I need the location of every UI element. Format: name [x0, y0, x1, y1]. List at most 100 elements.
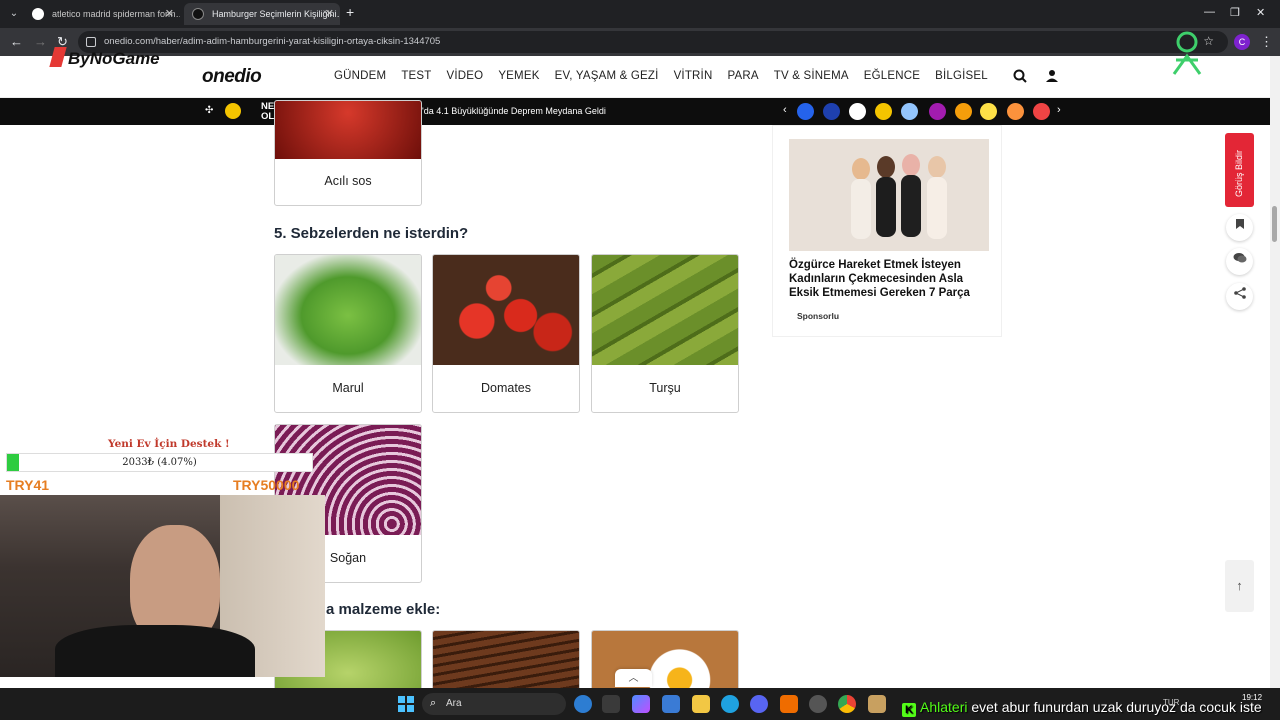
marul-image [275, 255, 421, 365]
back-icon[interactable]: ← [10, 34, 23, 49]
mouse-cursor [188, 322, 198, 334]
onedio-logo[interactable]: onedio [202, 66, 262, 88]
share-icon[interactable] [1226, 283, 1253, 310]
address-bar[interactable]: onedio.com/haber/adim-adim-hamburgerini-… [78, 31, 1228, 53]
bookmark-star-icon[interactable]: ☆ [1203, 34, 1214, 48]
nav-para[interactable]: PARA [727, 70, 758, 82]
donation-min: TRY41 [6, 477, 50, 493]
taskbar-app-icon[interactable] [574, 695, 592, 713]
option-card-domates[interactable]: Domates [432, 254, 580, 413]
nav-test[interactable]: TEST [401, 70, 431, 82]
sponsored-ad[interactable]: Özgürce Hareket Etmek İsteyen Kadınların… [772, 125, 1002, 337]
new-tab-button[interactable]: + [346, 4, 354, 20]
story-circle[interactable] [875, 103, 892, 120]
chrome-icon[interactable] [838, 695, 856, 713]
option-label: Marul [332, 381, 364, 395]
domates-image [433, 255, 579, 365]
close-window-icon[interactable]: ✕ [1256, 6, 1265, 19]
webcam-overlay [0, 495, 325, 677]
chat-message: evet abur funurdan uzak duruyoz da cocuk… [971, 699, 1262, 715]
nav-eglence[interactable]: EĞLENCE [864, 70, 920, 82]
taskbar-search-placeholder: Ara [446, 698, 462, 709]
browser-tab-bar: ⌄ atletico madrid spiderman form… ✕ Hamb… [0, 0, 1280, 28]
ad-image [789, 139, 989, 251]
nav-tv-sinema[interactable]: TV & SİNEMA [774, 70, 849, 82]
restore-icon[interactable]: ❐ [1230, 6, 1240, 19]
profile-avatar[interactable]: C [1234, 34, 1250, 50]
chevron-left-icon[interactable]: ‹ [783, 104, 787, 116]
story-circle[interactable] [901, 103, 918, 120]
acili-sos-image [275, 101, 421, 159]
option-label: Turşu [649, 381, 681, 395]
close-tab-icon[interactable]: ✕ [165, 3, 174, 25]
story-circle[interactable] [980, 103, 997, 120]
microphone-icon[interactable] [780, 695, 798, 713]
option-card-marul[interactable]: Marul [274, 254, 422, 413]
nav-ev-yasam-gezi[interactable]: EV, YAŞAM & GEZİ [555, 70, 659, 82]
arrow-up-icon: ↑ [1236, 578, 1243, 593]
story-circle[interactable] [1007, 103, 1024, 120]
collapse-button[interactable]: ︿ [615, 669, 652, 687]
ad-title[interactable]: Özgürce Hareket Etmek İsteyen Kadınların… [789, 258, 989, 300]
comments-icon[interactable] [1226, 248, 1253, 275]
site-header: onedio GÜNDEM TEST VİDEO YEMEK EV, YAŞAM… [0, 56, 1270, 98]
forward-icon[interactable]: → [34, 34, 47, 49]
browser-tab[interactable]: atletico madrid spiderman form… ✕ [24, 3, 180, 25]
news-badge-icon [225, 103, 241, 119]
story-circle[interactable] [929, 103, 946, 120]
menu-kebab-icon[interactable]: ⋮ [1260, 34, 1273, 50]
option-label: Acılı sos [324, 174, 372, 188]
donation-progress-bar: 2033₺ (4.07%) [6, 453, 313, 472]
tab-search-icon[interactable]: ⌄ [6, 6, 22, 22]
app-icon[interactable] [868, 695, 886, 713]
story-circle[interactable] [955, 103, 972, 120]
story-circle[interactable] [1033, 103, 1050, 120]
site-info-icon[interactable] [86, 37, 96, 47]
option-card-acili-sos[interactable]: Acılı sos [274, 100, 422, 206]
edge-icon[interactable] [721, 695, 739, 713]
bookmark-icon[interactable] [1226, 214, 1253, 241]
sponsored-label: Sponsorlu [797, 311, 840, 321]
nav-video[interactable]: VİDEO [447, 70, 484, 82]
onedio-favicon-icon [192, 8, 204, 20]
scroll-to-top-button[interactable]: ↑ [1225, 560, 1254, 612]
option-card-tursu[interactable]: Turşu [591, 254, 739, 413]
discord-icon[interactable] [750, 695, 768, 713]
feedback-button[interactable]: Görüş Bildir [1225, 133, 1254, 207]
story-circle[interactable] [797, 103, 814, 120]
taskbar-search[interactable]: ⌕ Ara [422, 693, 566, 715]
browser-tab-active[interactable]: Hamburger Seçimlerin Kişiliğini… ✕ [184, 3, 340, 25]
nav-vitrin[interactable]: VİTRİN [674, 70, 713, 82]
main-nav: GÜNDEM TEST VİDEO YEMEK EV, YAŞAM & GEZİ… [334, 70, 1003, 82]
chat-overlay: K Ahlateri evet abur funurdan uzak duruyo… [902, 699, 1262, 717]
close-tab-icon[interactable]: ✕ [325, 3, 334, 25]
file-explorer-icon[interactable] [692, 695, 710, 713]
chevron-right-icon[interactable]: › [1057, 104, 1061, 116]
minimize-icon[interactable]: — [1204, 6, 1215, 18]
story-circle[interactable] [823, 103, 840, 120]
option-label: Domates [480, 381, 532, 395]
app-icon[interactable] [809, 695, 827, 713]
story-circle[interactable] [849, 103, 866, 120]
grid-icon[interactable]: ✣ [205, 105, 213, 116]
scroll-thumb[interactable] [1272, 206, 1277, 242]
tab-title: Hamburger Seçimlerin Kişiliğini… [212, 9, 340, 19]
news-ticker: ✣ NELER OLUYOR? AFAD Duyurdu: Ankara'da … [0, 98, 1270, 125]
copilot-icon[interactable] [632, 695, 650, 713]
page-scrollbar[interactable] [1270, 56, 1280, 688]
user-icon[interactable] [1044, 69, 1060, 85]
nav-yemek[interactable]: YEMEK [498, 70, 539, 82]
google-favicon-icon [32, 8, 44, 20]
donation-progress-text: 2033₺ (4.07%) [122, 457, 197, 468]
webcam-shirt [55, 625, 255, 677]
taskview-icon[interactable] [602, 695, 620, 713]
nav-bilgisel[interactable]: BİLGİSEL [935, 70, 988, 82]
store-icon[interactable] [662, 695, 680, 713]
start-button[interactable] [398, 696, 414, 712]
search-icon[interactable] [1012, 69, 1028, 85]
chat-username: Ahlateri [920, 699, 968, 715]
donation-widget: Yeni Ev İçin Destek ! 2033₺ (4.07%) TRY4… [0, 436, 314, 496]
donation-max: TRY50000 [233, 477, 300, 493]
nav-gundem[interactable]: GÜNDEM [334, 70, 386, 82]
address-bar-row: ← → ↻ onedio.com/haber/adim-adim-hamburg… [0, 28, 1280, 56]
